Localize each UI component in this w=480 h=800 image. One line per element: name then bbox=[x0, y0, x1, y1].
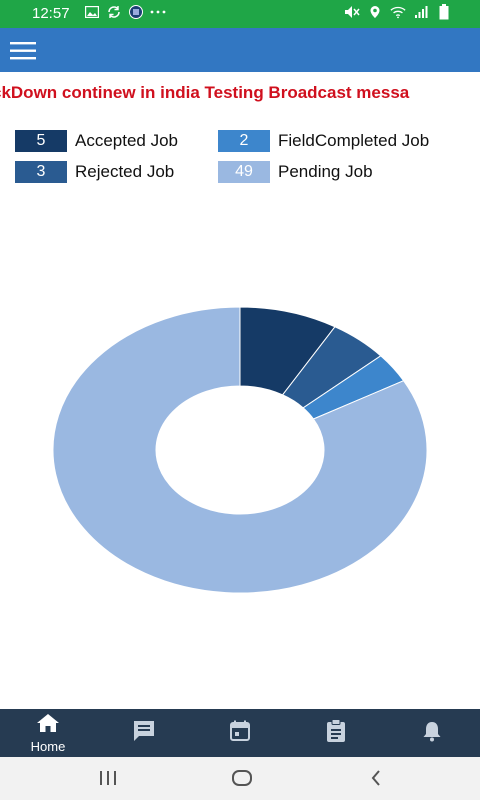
wifi-icon bbox=[390, 4, 406, 20]
back-icon[interactable] bbox=[356, 765, 396, 791]
status-left-icons bbox=[84, 4, 166, 20]
rejected-count-badge: 3 bbox=[15, 161, 67, 183]
system-nav-bar bbox=[0, 757, 480, 800]
bottom-nav: Home bbox=[0, 709, 480, 757]
bell-icon bbox=[422, 720, 442, 747]
accepted-label: Accepted Job bbox=[75, 131, 179, 150]
legend-item-accepted[interactable]: 5 Accepted Job bbox=[15, 130, 178, 152]
clipboard-icon bbox=[326, 718, 346, 748]
pending-label: Pending Job bbox=[278, 162, 373, 181]
status-bar: 12:57 bbox=[0, 0, 480, 28]
legend-item-rejected[interactable]: 3 Rejected Job bbox=[15, 161, 174, 183]
status-right-icons bbox=[344, 4, 452, 20]
job-legend: 5 Accepted Job 2 FieldCompleted Job 3 Re… bbox=[15, 130, 475, 190]
status-time: 12:57 bbox=[32, 5, 70, 22]
home-circle-icon[interactable] bbox=[222, 765, 262, 791]
more-dots-icon bbox=[150, 4, 166, 20]
fieldcompleted-label: FieldCompleted Job bbox=[278, 131, 430, 150]
nav-home[interactable]: Home bbox=[0, 709, 96, 757]
home-icon bbox=[36, 713, 60, 738]
nav-calendar[interactable] bbox=[192, 709, 288, 757]
app-icon bbox=[128, 4, 144, 20]
sync-icon bbox=[106, 4, 122, 20]
mute-icon bbox=[344, 4, 360, 20]
hamburger-menu-icon[interactable] bbox=[10, 42, 36, 60]
broadcast-marquee: ckDown continew in india Testing Broadca… bbox=[0, 83, 480, 105]
app-bar bbox=[0, 28, 480, 72]
nav-home-label: Home bbox=[30, 738, 66, 754]
donut-svg bbox=[52, 306, 428, 594]
nav-notifications[interactable] bbox=[384, 709, 480, 757]
rejected-label: Rejected Job bbox=[75, 162, 175, 181]
calendar-icon bbox=[229, 720, 251, 747]
job-donut-chart bbox=[40, 300, 440, 600]
battery-icon bbox=[436, 4, 452, 20]
broadcast-text: ckDown continew in india Testing Broadca… bbox=[0, 83, 410, 102]
pending-count-badge: 49 bbox=[218, 161, 270, 183]
signal-icon bbox=[413, 4, 429, 20]
legend-item-pending[interactable]: 49 Pending Job bbox=[218, 161, 373, 183]
message-icon bbox=[132, 720, 156, 747]
nav-messages[interactable] bbox=[96, 709, 192, 757]
image-icon bbox=[84, 4, 100, 20]
fieldcompleted-count-badge: 2 bbox=[218, 130, 270, 152]
location-icon bbox=[367, 4, 383, 20]
nav-tasks[interactable] bbox=[288, 709, 384, 757]
recents-icon[interactable] bbox=[88, 765, 128, 791]
legend-item-fieldcompleted[interactable]: 2 FieldCompleted Job bbox=[218, 130, 429, 152]
accepted-count-badge: 5 bbox=[15, 130, 67, 152]
